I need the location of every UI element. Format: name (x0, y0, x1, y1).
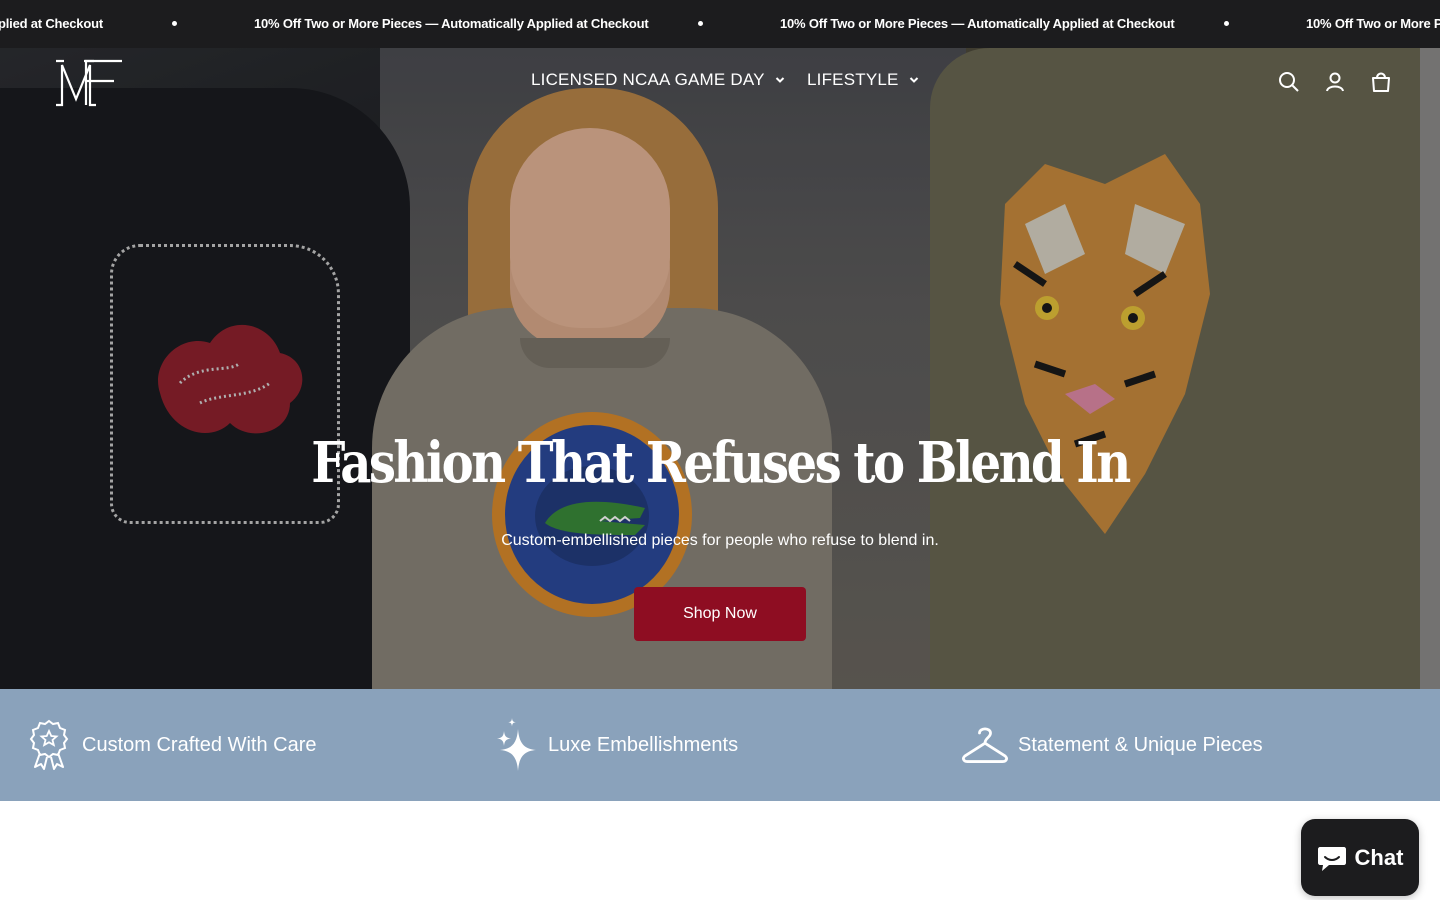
hanger-icon (962, 717, 1008, 773)
separator-dot (1224, 21, 1229, 26)
features-strip: Custom Crafted With Care Luxe Embellishm… (0, 689, 1440, 801)
separator-dot (172, 21, 177, 26)
brand-logo[interactable] (54, 59, 124, 107)
chevron-down-icon (775, 77, 784, 83)
announcement-message: 10% Off Two or More Pieces — Automatical… (254, 16, 649, 31)
feature-label: Custom Crafted With Care (82, 733, 317, 756)
hero-subtitle: Custom-embellished pieces for people who… (501, 532, 939, 549)
chat-bubble-icon (1317, 846, 1346, 871)
announcement-message: 10% Off Two or More Pieces — Automatical… (780, 16, 1175, 31)
site-header: LICENSED NCAA GAME DAY LIFESTYLE (0, 48, 1440, 118)
account-icon[interactable] (1323, 70, 1347, 94)
nav-label: LIFESTYLE (807, 70, 899, 89)
separator-dot (698, 21, 703, 26)
feature-label: Statement & Unique Pieces (1018, 733, 1263, 756)
sparkle-icon (492, 717, 538, 773)
nav-ncaa-game-day[interactable]: LICENSED NCAA GAME DAY (531, 70, 786, 90)
mf-logo-icon (56, 59, 122, 107)
nav-lifestyle[interactable]: LIFESTYLE (807, 70, 920, 90)
chevron-down-icon (909, 77, 918, 83)
cart-icon[interactable] (1369, 70, 1393, 94)
feature-luxe-embellishments: Luxe Embellishments (492, 689, 738, 801)
feature-statement-pieces: Statement & Unique Pieces (962, 689, 1263, 801)
nav-label: LICENSED NCAA GAME DAY (531, 70, 765, 89)
hero-title: Fashion That Refuses to Blend In (311, 430, 1131, 496)
feature-label: Luxe Embellishments (548, 733, 739, 756)
search-icon[interactable] (1277, 70, 1301, 94)
chat-button[interactable]: Chat (1301, 819, 1419, 896)
announcement-message: 10% Off Two or More Pie (1306, 16, 1440, 31)
award-ribbon-icon (26, 717, 72, 773)
announcement-message: plied at Checkout (0, 16, 103, 31)
chat-label: Chat (1354, 844, 1404, 870)
shop-now-button[interactable]: Shop Now (634, 587, 806, 641)
announcement-bar: plied at Checkout 10% Off Two or More Pi… (0, 0, 1440, 48)
feature-custom-crafted: Custom Crafted With Care (26, 689, 317, 801)
